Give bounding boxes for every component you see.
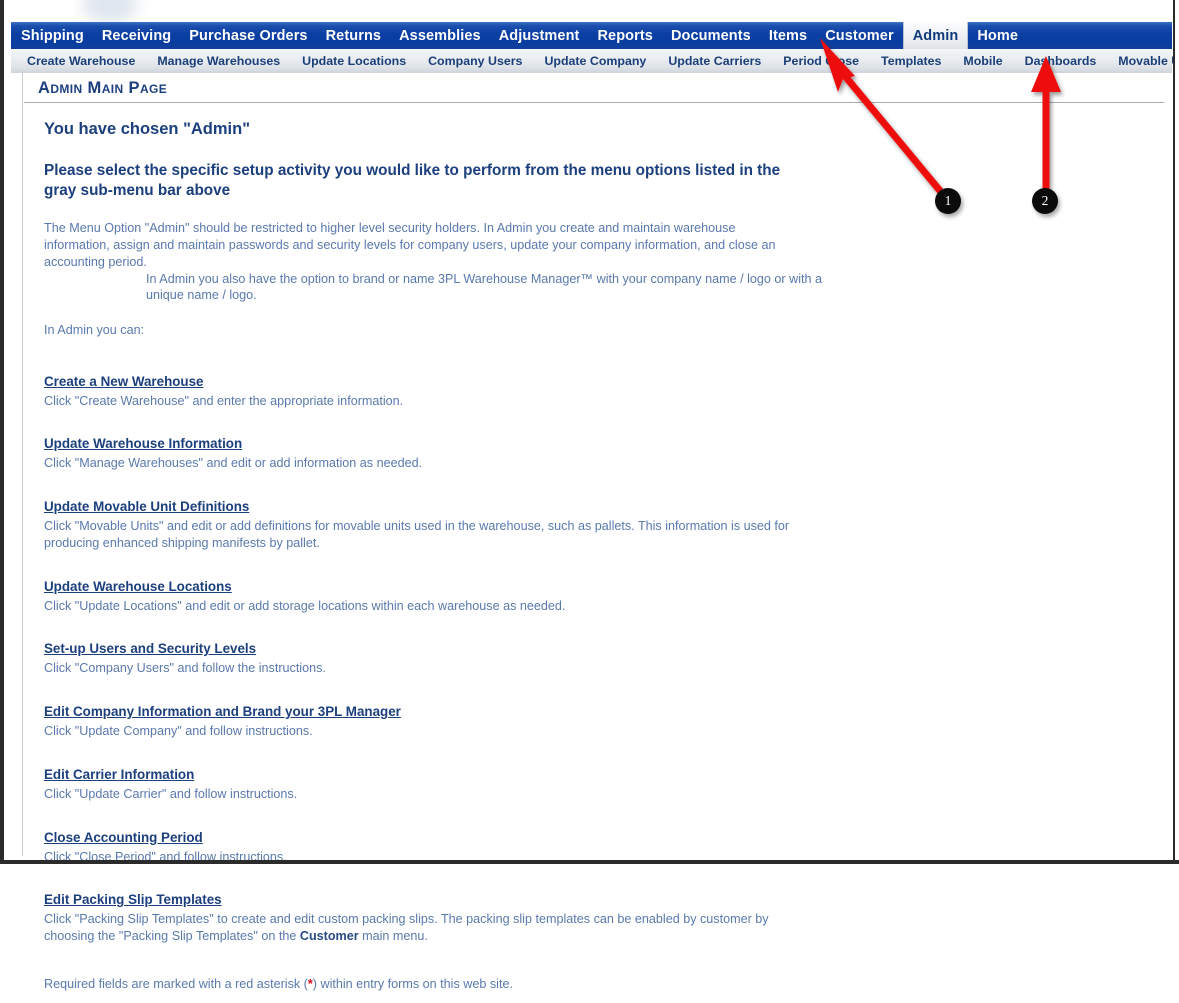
subnav-item-manage-warehouses[interactable]: Manage Warehouses (146, 49, 291, 73)
nav-item-label: Home (977, 27, 1018, 44)
link-section-set-up-users-and-security-levels: Set-up Users and Security Levels Click "… (44, 640, 834, 677)
nav-item-customer[interactable]: Customer (816, 22, 902, 49)
page-title: Admin Main Page (38, 79, 168, 97)
subnav-item-label: Update Locations (302, 54, 407, 68)
subnav-item-period-close[interactable]: Period Close (772, 49, 870, 73)
link-description: Click "Update Company" and follow instru… (44, 724, 313, 739)
nav-item-admin[interactable]: Admin (902, 22, 969, 49)
note-before: Required fields are marked with a red as… (44, 976, 308, 991)
link-edit-packing-slip-templates[interactable]: Edit Packing Slip Templates (44, 892, 222, 907)
subnav-item-label: Mobile (963, 54, 1003, 68)
required-fields-note: Required fields are marked with a red as… (44, 977, 834, 991)
link-description: Click "Movable Units" and edit or add de… (44, 519, 790, 550)
subnav-item-update-carriers[interactable]: Update Carriers (657, 49, 772, 73)
main-navigation-bar: Shipping Receiving Purchase Orders Returns A… (11, 22, 1172, 49)
link-section-update-warehouse-information: Update Warehouse Information Click "Mana… (44, 435, 834, 472)
note-after: ) within entry forms on this web site. (312, 976, 513, 991)
nav-item-reports[interactable]: Reports (588, 22, 662, 49)
subnav-item-label: Update Company (544, 54, 647, 68)
link-section-update-warehouse-locations: Update Warehouse Locations Click "Update… (44, 578, 834, 615)
link-description: Click "Update Locations" and edit or add… (44, 598, 566, 613)
title-divider (24, 102, 1164, 103)
nav-item-assemblies[interactable]: Assemblies (390, 22, 490, 49)
subnav-item-create-warehouse[interactable]: Create Warehouse (11, 49, 146, 73)
nav-item-returns[interactable]: Returns (317, 22, 391, 49)
link-section-edit-carrier-information: Edit Carrier Information Click "Update C… (44, 766, 834, 803)
nav-item-home[interactable]: Home (968, 22, 1027, 49)
nav-item-adjustment[interactable]: Adjustment (490, 22, 589, 49)
nav-item-label: Customer (825, 27, 894, 44)
link-description: Click "Manage Warehouses" and edit or ad… (44, 456, 423, 471)
link-description: Click "Packing Slip Templates" to create… (44, 911, 796, 944)
subnav-item-label: Manage Warehouses (157, 54, 281, 68)
nav-item-label: Adjustment (498, 27, 580, 44)
subnav-item-mobile[interactable]: Mobile (952, 49, 1013, 73)
link-section-update-movable-unit-definitions: Update Movable Unit Definitions Click "M… (44, 498, 834, 551)
subnav-item-label: Templates (881, 54, 942, 68)
link-description: Click "Create Warehouse" and enter the a… (44, 393, 404, 408)
window-border-bottom (0, 860, 1179, 864)
subnav-item-company-users[interactable]: Company Users (417, 49, 533, 73)
nav-item-shipping[interactable]: Shipping (11, 22, 93, 49)
content-panel: Admin Main Page You have chosen "Admin" … (22, 73, 1164, 991)
content-body: You have chosen "Admin" Please select th… (44, 120, 834, 1003)
subnav-item-templates[interactable]: Templates (870, 49, 952, 73)
link-update-warehouse-information[interactable]: Update Warehouse Information (44, 436, 242, 451)
subnav-item-label: Dashboards (1024, 54, 1097, 68)
nav-item-label: Assemblies (399, 27, 481, 44)
desc-part2: main menu. (358, 929, 428, 944)
link-edit-company-information-and-brand-your-3pl-manager[interactable]: Edit Company Information and Brand your … (44, 704, 401, 719)
subnav-item-label: Company Users (428, 54, 523, 68)
nav-item-label: Documents (670, 27, 751, 44)
nav-item-receiving[interactable]: Receiving (93, 22, 180, 49)
list-lead-in: In Admin you can: (44, 323, 145, 338)
subnav-item-label: Movable Units (1118, 54, 1179, 68)
callout-badge-1: 1 (935, 188, 961, 214)
subnav-item-update-locations[interactable]: Update Locations (291, 49, 417, 73)
content-heading: You have chosen "Admin" (44, 120, 251, 138)
content-subheading: Please select the specific setup activit… (44, 161, 781, 200)
top-logo-strip (4, 0, 1172, 22)
window-border-left (0, 0, 4, 860)
link-set-up-users-and-security-levels[interactable]: Set-up Users and Security Levels (44, 641, 256, 656)
callout-badge-2: 2 (1032, 188, 1058, 214)
nav-item-purchase-orders[interactable]: Purchase Orders (180, 22, 316, 49)
subnav-item-label: Period Close (783, 54, 860, 68)
sub-navigation-bar: Create Warehouse Manage Warehouses Update … (11, 49, 1179, 73)
subnav-item-dashboards[interactable]: Dashboards (1014, 49, 1108, 73)
nav-item-documents[interactable]: Documents (662, 22, 760, 49)
link-description: Click "Company Users" and follow the ins… (44, 661, 326, 676)
intro-paragraph: The Menu Option "Admin" should be restri… (44, 221, 776, 269)
blurred-logo (82, 0, 138, 22)
link-description: Click "Update Carrier" and follow instru… (44, 786, 298, 801)
nav-item-label: Items (768, 27, 808, 44)
nav-item-label: Receiving (101, 27, 172, 44)
subnav-item-label: Update Carriers (668, 54, 762, 68)
nav-item-label: Admin (912, 27, 959, 44)
branding-paragraph: In Admin you also have the option to bra… (146, 271, 823, 303)
window-border-right (1173, 0, 1179, 864)
nav-item-items[interactable]: Items (760, 22, 816, 49)
link-edit-carrier-information[interactable]: Edit Carrier Information (44, 767, 194, 782)
browser-window: Shipping Receiving Purchase Orders Returns A… (0, 0, 1179, 991)
subnav-item-label: Create Warehouse (27, 54, 136, 68)
desc-bold-customer: Customer (299, 929, 359, 944)
link-update-warehouse-locations[interactable]: Update Warehouse Locations (44, 579, 232, 594)
link-section-edit-company-information: Edit Company Information and Brand your … (44, 703, 834, 740)
link-create-a-new-warehouse[interactable]: Create a New Warehouse (44, 374, 204, 389)
nav-item-label: Purchase Orders (189, 27, 308, 44)
subnav-item-update-company[interactable]: Update Company (533, 49, 657, 73)
link-close-accounting-period[interactable]: Close Accounting Period (44, 830, 203, 845)
nav-item-label: Shipping (21, 27, 84, 44)
nav-item-label: Reports (597, 27, 653, 44)
subnav-item-movable-units[interactable]: Movable Units (1107, 49, 1179, 73)
link-update-movable-unit-definitions[interactable]: Update Movable Unit Definitions (44, 499, 249, 514)
link-section-create-warehouse: Create a New Warehouse Click "Create War… (44, 373, 834, 410)
nav-item-label: Returns (325, 27, 382, 44)
link-section-edit-packing-slip-templates: Edit Packing Slip Templates Click "Packi… (44, 891, 834, 944)
